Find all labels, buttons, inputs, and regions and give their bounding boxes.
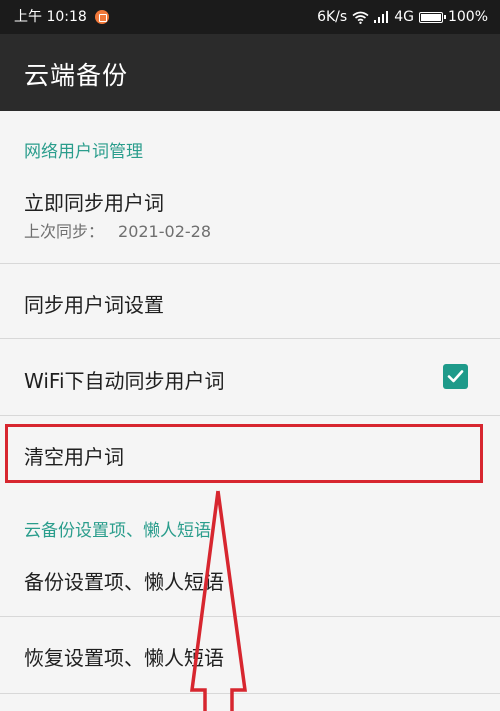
last-sync-label: 上次同步： [24,222,105,241]
sync-now-item[interactable]: 立即同步用户词 上次同步： 2021-02-28 [0,175,500,263]
battery-icon [418,11,446,23]
page-title: 云端备份 [24,61,129,90]
network-type: 4G [394,9,414,25]
status-time: 上午 10:18 [14,9,87,25]
app-bar: 云端备份 [0,34,500,111]
wifi-auto-sync-title: WiFi下自动同步用户词 [24,369,225,393]
network-speed: 6K/s [317,9,348,25]
status-bar: 上午 10:18 6K/s 4G 100% [0,0,500,34]
last-sync-date: 2021-02-28 [118,222,211,241]
section-header-cloud-backup: 云备份设置项、懒人短语 [24,521,211,541]
backup-title: 备份设置项、懒人短语 [24,570,224,594]
status-right: 6K/s 4G 100% [317,0,488,34]
sync-now-title: 立即同步用户词 [24,191,164,215]
restore-item[interactable]: 恢复设置项、懒人短语 [0,617,500,693]
wifi-auto-sync-item[interactable]: WiFi下自动同步用户词 [0,339,500,415]
checkmark-icon [447,370,464,383]
wifi-auto-sync-checkbox[interactable] [443,364,468,389]
divider [0,693,500,694]
signal-icon [374,11,389,23]
backup-item[interactable]: 备份设置项、懒人短语 [0,546,500,616]
last-sync-info: 上次同步： 2021-02-28 [24,218,211,242]
section-header-user-words: 网络用户词管理 [24,142,143,162]
status-left: 上午 10:18 [14,0,109,34]
clear-words-title: 清空用户词 [24,445,124,469]
restore-title: 恢复设置项、懒人短语 [24,646,224,670]
notification-icon [94,10,109,24]
sync-settings-title: 同步用户词设置 [24,293,164,317]
clear-words-item[interactable]: 清空用户词 [0,416,500,490]
battery-level: 100% [447,9,488,25]
wifi-icon [352,11,369,24]
sync-settings-item[interactable]: 同步用户词设置 [0,264,500,338]
